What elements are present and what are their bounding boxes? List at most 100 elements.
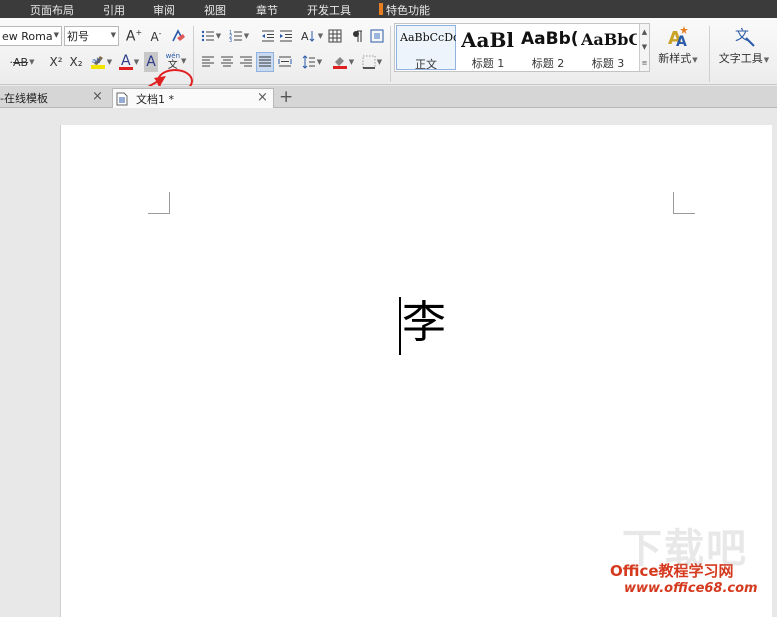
font-shrink-button[interactable]: A- (146, 26, 166, 46)
line-spacing-button[interactable]: ▼ (300, 52, 324, 72)
tab-online-templates[interactable]: -在线模板 × (0, 88, 110, 108)
increase-indent-icon (280, 30, 292, 42)
justify-button[interactable] (256, 52, 274, 72)
character-shading-button[interactable]: A (144, 52, 158, 72)
document-tab-bar: -在线模板 × 文档1 * × + (0, 86, 777, 108)
style-label: 标题 3 (591, 57, 625, 70)
chevron-down-icon[interactable]: ▼ (29, 58, 34, 66)
new-tab-icon[interactable]: + (279, 87, 293, 107)
svg-text:ab: ab (92, 57, 101, 65)
subscript-icon: X₂ (69, 55, 83, 69)
document-icon (116, 92, 128, 105)
align-left-icon (202, 56, 214, 67)
document-text[interactable]: 李 (402, 295, 446, 351)
more-icon[interactable]: ≡ (642, 59, 648, 67)
font-grow-button[interactable]: A+ (124, 26, 144, 46)
text-direction-icon: A (301, 30, 315, 43)
close-icon[interactable]: × (257, 90, 268, 105)
chevron-down-icon[interactable]: ▼ (107, 58, 112, 66)
chevron-down-icon[interactable]: ▼ (216, 32, 221, 40)
chevron-down-icon[interactable]: ▼ (317, 58, 322, 66)
borders-icon (362, 55, 376, 69)
svg-text:3: 3 (229, 38, 232, 43)
menu-page-layout[interactable]: 页面布局 (30, 2, 74, 18)
tab-document1[interactable]: 文档1 * × (112, 88, 274, 108)
menu-chapter[interactable]: 章节 (256, 2, 278, 18)
clear-format-button[interactable] (168, 26, 188, 46)
shading-button[interactable]: ▼ (330, 52, 356, 72)
chevron-down-icon[interactable]: ▼ (692, 56, 697, 64)
bullets-icon (201, 30, 214, 42)
style-normal[interactable]: AaBbCcDd 正文 (396, 25, 456, 71)
phonetic-guide-icon: wén 文 (165, 52, 181, 71)
style-preview: AaBb( (521, 29, 577, 49)
highlight-icon: ab (90, 56, 105, 69)
clear-format-icon (172, 29, 185, 42)
paragraph-mark-button[interactable] (349, 26, 367, 46)
font-grow-icon: A+ (125, 27, 143, 45)
styles-scroll[interactable]: ▲ ▼ ≡ (639, 24, 649, 71)
font-size-value: 初号 (67, 30, 89, 43)
margin-mark-top-left (148, 192, 170, 214)
chevron-down-icon[interactable]: ▼ (54, 31, 59, 39)
superscript-button[interactable]: X² (46, 52, 66, 72)
watermark: 下载吧 Office教程学习网 www.office68.com (610, 526, 770, 596)
chevron-down-icon[interactable]: ▼ (244, 32, 249, 40)
style-heading-1[interactable]: AaBl 标题 1 (458, 25, 518, 70)
svg-text:文: 文 (735, 28, 749, 44)
font-name-combo[interactable]: ew Roma ▼ (0, 26, 62, 46)
menu-special-features[interactable]: 特色功能 (386, 2, 430, 18)
style-preview: AaBbCcDd (400, 31, 456, 44)
decrease-indent-icon (262, 30, 274, 42)
font-color-button[interactable]: A ▼ (116, 52, 142, 72)
shading-icon (332, 57, 347, 69)
close-icon[interactable]: × (92, 89, 103, 104)
new-style-button[interactable]: AA 新样式▼ (652, 22, 704, 72)
chevron-down-icon[interactable]: ▼ (764, 56, 769, 64)
chevron-up-icon[interactable]: ▲ (642, 28, 647, 36)
style-heading-2[interactable]: AaBb( 标题 2 (518, 25, 578, 70)
watermark-logo: 下载吧 (622, 526, 748, 572)
group-divider (390, 26, 391, 82)
numbering-icon: 123 (229, 30, 242, 43)
text-cursor (399, 297, 401, 355)
bullets-button[interactable]: ▼ (199, 26, 223, 46)
distribute-button[interactable] (276, 52, 294, 72)
align-right-button[interactable] (237, 52, 255, 72)
frame-button[interactable] (368, 26, 386, 46)
style-label: 正文 (415, 58, 437, 71)
chevron-down-icon[interactable]: ▼ (318, 32, 323, 40)
menu-bar: 页面布局 引用 审阅 视图 章节 开发工具 特色功能 (0, 0, 777, 18)
tab-label: 文档1 * (136, 92, 174, 106)
decrease-indent-button[interactable] (259, 26, 277, 46)
text-tools-label: 文字工具 (718, 52, 763, 65)
align-left-button[interactable] (199, 52, 217, 72)
chevron-down-icon[interactable]: ▼ (349, 58, 354, 66)
strikethrough-icon: ·AB (9, 55, 29, 69)
highlight-button[interactable]: ab ▼ (88, 52, 114, 72)
chevron-down-icon[interactable]: ▼ (642, 43, 647, 51)
subscript-button[interactable]: X₂ (66, 52, 86, 72)
increase-indent-button[interactable] (277, 26, 295, 46)
character-shading-icon: A (146, 54, 156, 70)
font-size-combo[interactable]: 初号 ▼ (64, 26, 119, 46)
table-button[interactable] (326, 26, 344, 46)
borders-button[interactable]: ▼ (359, 52, 385, 72)
align-center-button[interactable] (218, 52, 236, 72)
chevron-down-icon[interactable]: ▼ (111, 31, 116, 39)
chevron-down-icon[interactable]: ▼ (134, 58, 139, 66)
menu-references[interactable]: 引用 (103, 2, 125, 18)
distribute-icon (278, 56, 292, 67)
table-icon (328, 29, 342, 43)
text-direction-button[interactable]: A ▼ (300, 26, 324, 46)
chevron-down-icon[interactable]: ▼ (181, 57, 186, 65)
menu-developer-tools[interactable]: 开发工具 (307, 2, 351, 18)
text-tools-button[interactable]: 文 文字工具▼ (712, 22, 776, 72)
numbering-button[interactable]: 123 ▼ (227, 26, 251, 46)
menu-review[interactable]: 审阅 (153, 2, 175, 18)
chevron-down-icon[interactable]: ▼ (377, 58, 382, 66)
style-heading-3[interactable]: AaBbC 标题 3 (578, 25, 638, 70)
strikethrough-button[interactable]: ·AB ▼ (2, 52, 42, 72)
menu-view[interactable]: 视图 (204, 2, 226, 18)
tab-label: -在线模板 (0, 92, 48, 105)
